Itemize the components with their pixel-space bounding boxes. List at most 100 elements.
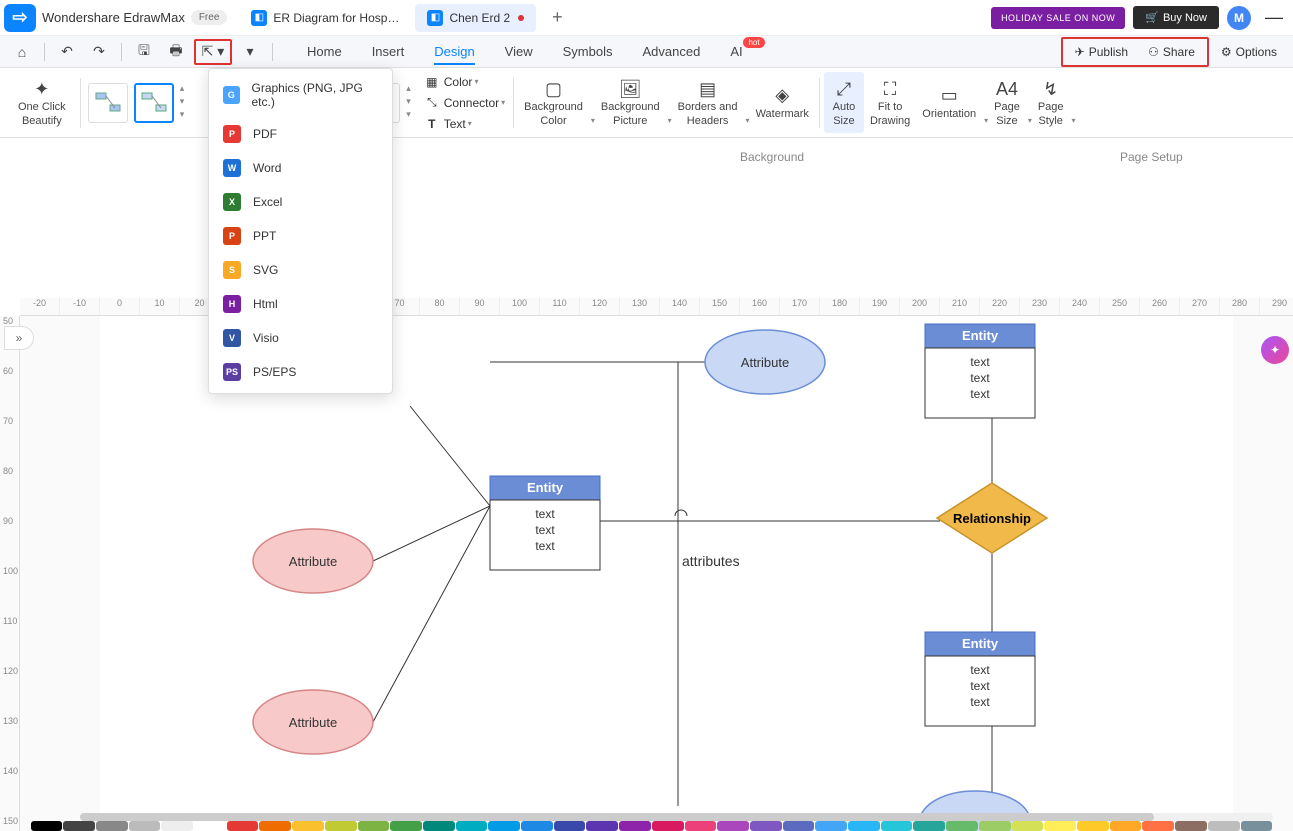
- save-button[interactable]: 🖫: [130, 39, 158, 65]
- one-click-beautify[interactable]: ✦ One Click Beautify: [8, 73, 76, 131]
- export-item-word[interactable]: WWord: [209, 151, 392, 185]
- minimize-button[interactable]: —: [1259, 3, 1289, 33]
- ribbon-group-background: Background: [740, 150, 804, 164]
- doc-icon: ◧: [427, 10, 443, 26]
- share-button[interactable]: ⚇Share: [1138, 41, 1205, 63]
- dropdown-button[interactable]: ▾: [236, 39, 264, 65]
- menu-tab-symbols[interactable]: Symbols: [549, 39, 627, 64]
- color-picker[interactable]: ▦Color▾: [420, 72, 509, 92]
- fit-icon: ⛶: [878, 77, 902, 101]
- bg-color-button[interactable]: ▢Background Color: [518, 72, 589, 133]
- home-icon[interactable]: ⌂: [8, 39, 36, 65]
- svg-text:text: text: [970, 355, 990, 369]
- sparkle-icon: ✦: [30, 77, 54, 101]
- menu-tab-design[interactable]: Design: [420, 39, 488, 64]
- export-item-svg[interactable]: SSVG: [209, 253, 392, 287]
- vertical-ruler: 5060708090100110120130140150: [0, 316, 20, 831]
- holiday-sale-button[interactable]: HOLIDAY SALE ON NOW: [991, 7, 1125, 29]
- right-panel-toggle[interactable]: ✦: [1261, 336, 1289, 364]
- style-down[interactable]: ▾: [406, 96, 411, 109]
- menu-tab-home[interactable]: Home: [293, 39, 356, 64]
- share-icon: ⚇: [1148, 45, 1159, 59]
- horizontal-scrollbar[interactable]: [80, 813, 1273, 821]
- menu-tab-insert[interactable]: Insert: [358, 39, 419, 64]
- svg-text:text: text: [970, 695, 990, 709]
- buy-now-button[interactable]: 🛒Buy Now: [1133, 6, 1219, 29]
- menu-tab-ai[interactable]: AIhot: [716, 39, 756, 64]
- app-name: Wondershare EdrawMax: [42, 10, 185, 25]
- connector-icon: ⤡: [424, 95, 440, 111]
- file-type-icon: P: [223, 125, 241, 143]
- menu-tab-advanced[interactable]: Advanced: [628, 39, 714, 64]
- export-item-pseps[interactable]: PSPS/EPS: [209, 355, 392, 389]
- tab-label: ER Diagram for Hosp…: [273, 11, 399, 25]
- hot-badge: hot: [743, 37, 764, 48]
- export-item-excel[interactable]: XExcel: [209, 185, 392, 219]
- new-tab-button[interactable]: +: [540, 1, 575, 34]
- tab-chen-erd[interactable]: ◧ Chen Erd 2: [415, 4, 536, 32]
- page-size-button[interactable]: A4Page Size: [988, 72, 1026, 133]
- svg-text:Entity: Entity: [962, 636, 999, 651]
- undo-button[interactable]: ↶: [53, 39, 81, 65]
- borders-icon: ▤: [696, 77, 720, 101]
- theme-more[interactable]: ▾: [180, 109, 185, 122]
- left-panel-toggle[interactable]: »: [4, 326, 34, 350]
- file-type-icon: H: [223, 295, 241, 313]
- watermark-button[interactable]: ◈Watermark: [750, 72, 815, 133]
- file-type-icon: P: [223, 227, 241, 245]
- auto-size-button[interactable]: ⤢Auto Size: [824, 72, 864, 133]
- publish-share-group: ✈Publish ⚇Share: [1061, 37, 1209, 67]
- theme-preset-1[interactable]: [88, 83, 128, 123]
- export-item-pdf[interactable]: PPDF: [209, 117, 392, 151]
- bg-color-icon: ▢: [542, 77, 566, 101]
- tab-er-diagram[interactable]: ◧ ER Diagram for Hosp…: [239, 4, 411, 32]
- options-button[interactable]: ⚙Options: [1213, 41, 1285, 63]
- svg-text:Attribute: Attribute: [741, 355, 789, 370]
- file-type-icon: X: [223, 193, 241, 211]
- ribbon-group-page-setup: Page Setup: [1120, 150, 1183, 164]
- svg-text:text: text: [970, 679, 990, 693]
- fit-drawing-button[interactable]: ⛶Fit to Drawing: [864, 72, 916, 133]
- style-up[interactable]: ▴: [406, 83, 411, 96]
- page-size-icon: A4: [995, 77, 1019, 101]
- svg-text:text: text: [535, 507, 555, 521]
- text-picker[interactable]: TText▾: [420, 114, 509, 134]
- export-item-ppt[interactable]: PPPT: [209, 219, 392, 253]
- bg-picture-button[interactable]: 🖼Background Picture: [595, 72, 666, 133]
- canvas-margin-right: [1233, 316, 1293, 831]
- send-icon: ✈: [1075, 45, 1085, 59]
- bg-pic-icon: 🖼: [618, 77, 642, 101]
- svg-text:text: text: [535, 539, 555, 553]
- export-item-visio[interactable]: VVisio: [209, 321, 392, 355]
- watermark-icon: ◈: [770, 84, 794, 108]
- redo-button[interactable]: ↷: [85, 39, 113, 65]
- menu-tab-view[interactable]: View: [491, 39, 547, 64]
- print-button[interactable]: 🖶: [162, 39, 190, 65]
- file-type-icon: V: [223, 329, 241, 347]
- orientation-icon: ▭: [937, 84, 961, 108]
- export-item-html[interactable]: HHtml: [209, 287, 392, 321]
- connector-picker[interactable]: ⤡Connector▾: [420, 93, 509, 113]
- borders-headers-button[interactable]: ▤Borders and Headers: [672, 72, 744, 133]
- modified-dot: [518, 15, 524, 21]
- orientation-button[interactable]: ▭Orientation: [916, 72, 982, 133]
- file-type-icon: G: [223, 86, 240, 104]
- publish-button[interactable]: ✈Publish: [1065, 41, 1138, 63]
- color-palette-strip[interactable]: [30, 821, 1273, 831]
- diagram-canvas[interactable]: EntitytexttexttextEntitytexttexttextEnti…: [20, 316, 1230, 831]
- svg-text:text: text: [535, 523, 555, 537]
- svg-text:Entity: Entity: [962, 328, 999, 343]
- export-button[interactable]: ⇱ ▾: [194, 39, 232, 65]
- color-icon: ▦: [424, 74, 440, 90]
- theme-up[interactable]: ▴: [180, 83, 185, 96]
- theme-down[interactable]: ▾: [180, 96, 185, 109]
- svg-text:Attribute: Attribute: [289, 554, 337, 569]
- theme-preset-2[interactable]: [134, 83, 174, 123]
- page-style-button[interactable]: ↯Page Style: [1032, 72, 1070, 133]
- style-more[interactable]: ▾: [406, 109, 411, 122]
- text-icon: T: [424, 116, 440, 132]
- file-type-icon: PS: [223, 363, 241, 381]
- avatar[interactable]: M: [1227, 6, 1251, 30]
- export-item-graphics[interactable]: GGraphics (PNG, JPG etc.): [209, 73, 392, 117]
- page-style-icon: ↯: [1039, 77, 1063, 101]
